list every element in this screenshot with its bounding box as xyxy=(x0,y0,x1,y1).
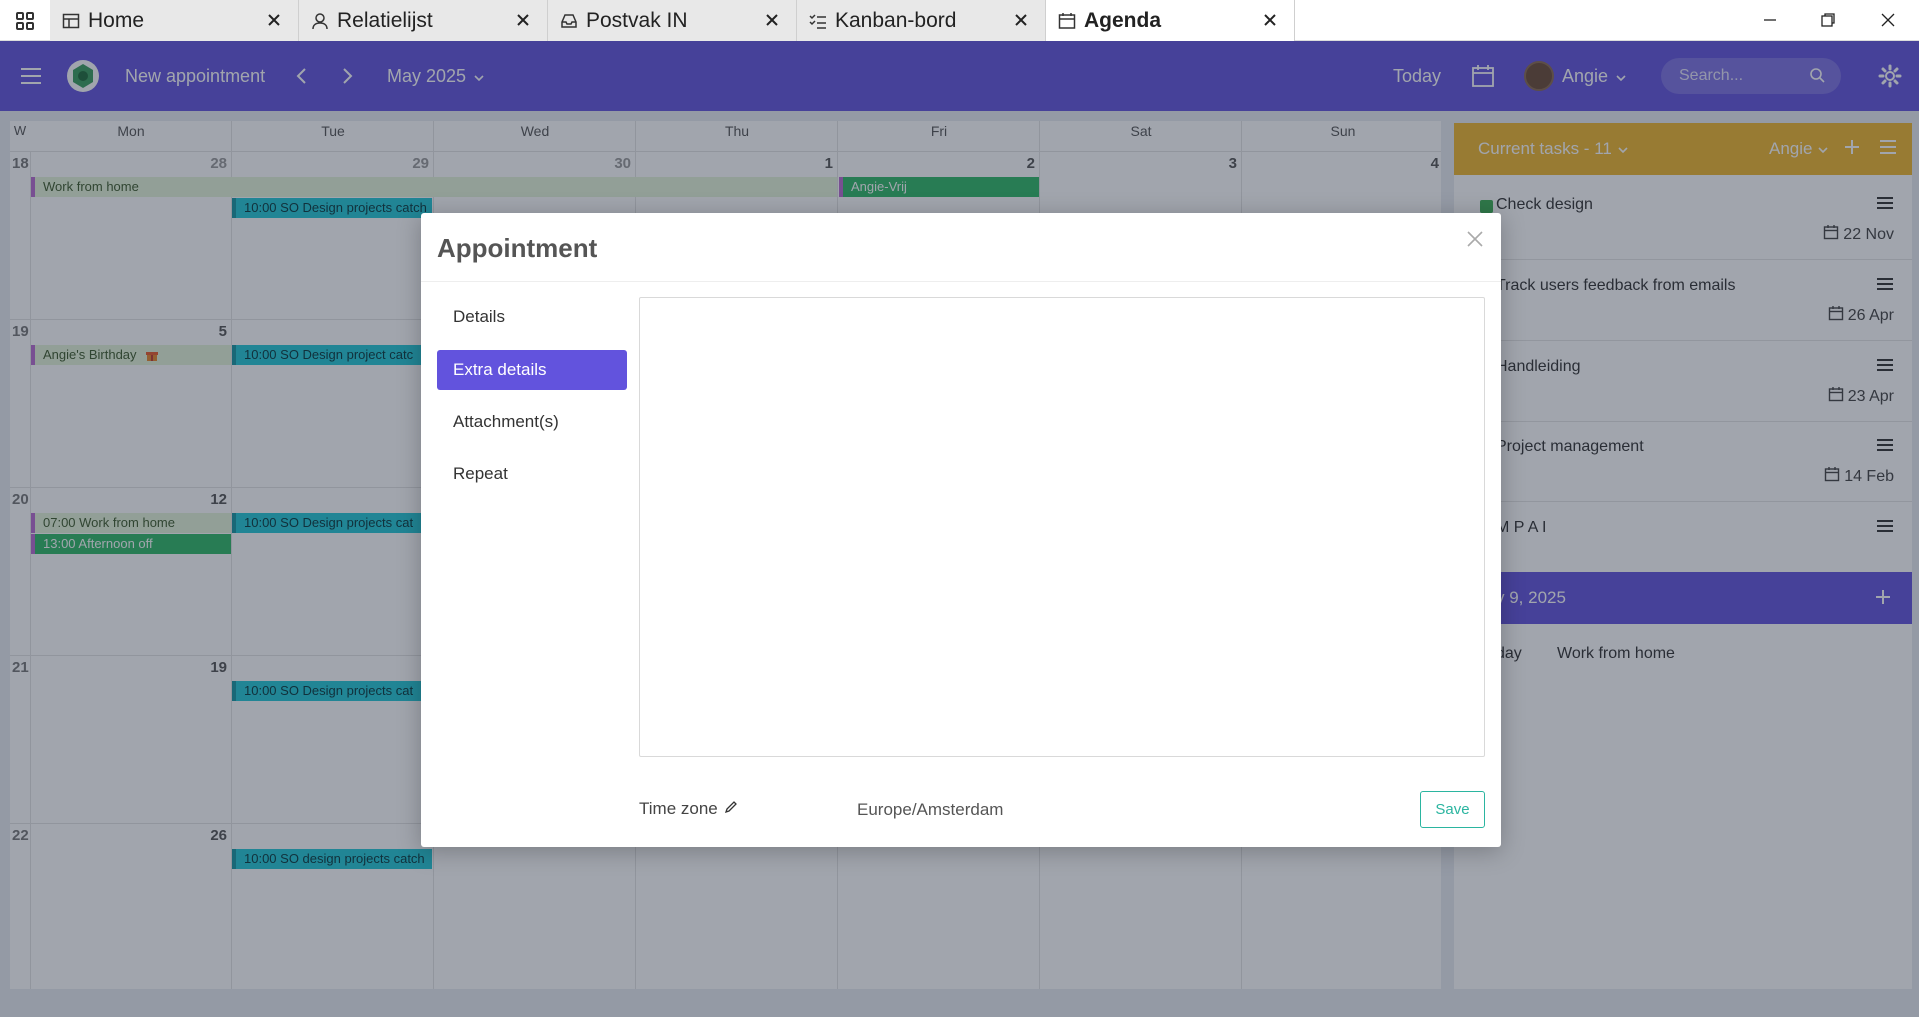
time-zone-label-text: Time zone xyxy=(639,799,718,818)
tab-label: Relatielijst xyxy=(337,8,433,32)
tab-label: Postvak IN xyxy=(586,8,688,32)
tab-attachments[interactable]: Attachment(s) xyxy=(437,402,627,442)
tab-label: Agenda xyxy=(1084,8,1162,32)
tab-extra-details[interactable]: Extra details xyxy=(437,350,627,390)
divider xyxy=(421,281,1501,282)
tab-repeat[interactable]: Repeat xyxy=(437,454,627,494)
tab-home[interactable]: Home xyxy=(50,0,299,41)
tab-kanban-bord[interactable]: Kanban-bord xyxy=(797,0,1046,41)
save-button[interactable]: Save xyxy=(1420,791,1485,828)
checklist-icon xyxy=(809,11,829,31)
person-icon xyxy=(311,11,331,31)
apps-grid-icon[interactable] xyxy=(10,6,40,36)
tab-relatielijst[interactable]: Relatielijst xyxy=(299,0,548,41)
inbox-icon xyxy=(560,11,580,31)
close-icon[interactable] xyxy=(513,10,533,30)
dialog-title: Appointment xyxy=(437,233,598,263)
restore-icon[interactable] xyxy=(1808,6,1848,34)
close-icon[interactable] xyxy=(1011,10,1031,30)
tab-label: Home xyxy=(88,8,145,32)
time-zone-value: Europe/Amsterdam xyxy=(857,800,1004,819)
close-icon[interactable] xyxy=(1463,227,1487,251)
calendar-icon xyxy=(1058,11,1078,31)
tab-postvak-in[interactable]: Postvak IN xyxy=(548,0,797,41)
tab-label: Kanban-bord xyxy=(835,8,957,32)
close-icon[interactable] xyxy=(762,10,782,30)
close-icon[interactable] xyxy=(1260,10,1280,30)
time-zone-label[interactable]: Time zone xyxy=(639,799,738,819)
pencil-icon[interactable] xyxy=(724,799,738,819)
window-close-icon[interactable] xyxy=(1868,6,1908,34)
appointment-dialog: Appointment Details Extra details Attach… xyxy=(421,213,1501,847)
table-icon xyxy=(62,11,82,31)
tab-details[interactable]: Details xyxy=(437,297,627,337)
extra-details-editor[interactable] xyxy=(639,297,1485,757)
tab-agenda[interactable]: Agenda xyxy=(1046,0,1295,41)
minimize-icon[interactable] xyxy=(1750,6,1790,34)
tab-bar: Home Relatielijst Postvak IN Kanban-bord… xyxy=(0,0,1919,41)
close-icon[interactable] xyxy=(264,10,284,30)
